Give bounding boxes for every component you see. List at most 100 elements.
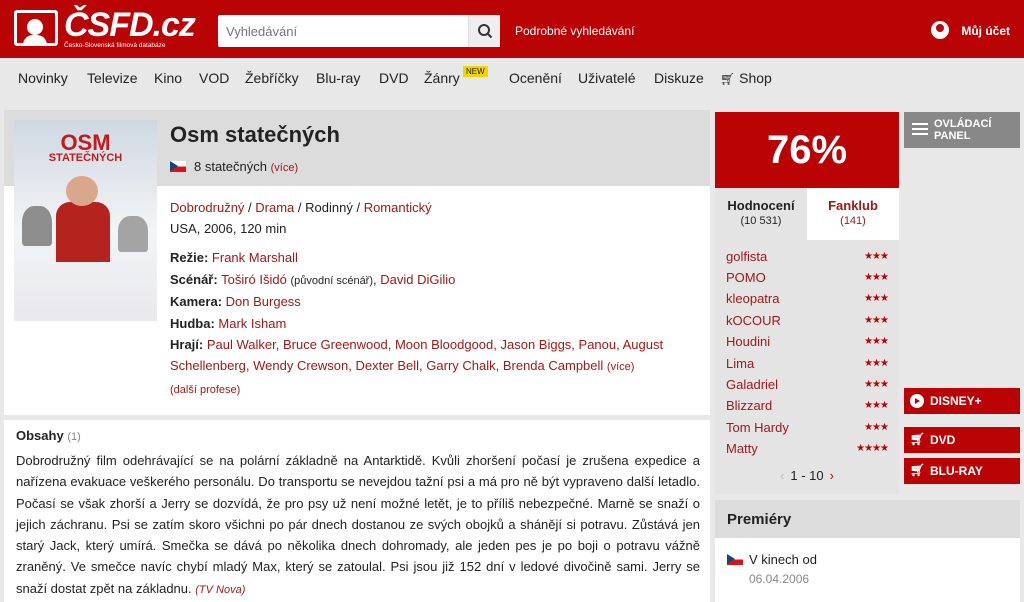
nav-novinky[interactable]: Novinky <box>18 70 68 86</box>
cast-row-2: Schellenberg, Wendy Crewson, Dexter Bell… <box>170 358 634 373</box>
rating-user[interactable]: Tom Hardy <box>726 420 789 435</box>
logo-text: ČSFD.cz <box>64 6 196 44</box>
cart-icon: 🛒︎ <box>910 463 926 477</box>
screenplay-row: Scénář: Toširó Išidó (původní scénář), D… <box>170 272 456 287</box>
rating-user[interactable]: Lima <box>726 356 754 371</box>
header: ČSFD.cz Česko-Slovenská filmová databáze… <box>0 0 1024 58</box>
more-profession-link[interactable]: (další profese) <box>170 384 240 396</box>
nav-televize[interactable]: Televize <box>87 70 138 86</box>
rating-user[interactable]: kleopatra <box>726 291 779 306</box>
rating-user[interactable]: Matty <box>726 441 758 456</box>
search-input[interactable] <box>218 15 468 47</box>
control-panel-button[interactable]: OVLÁDACÍ PANEL <box>904 112 1020 148</box>
rating-user[interactable]: Galadriel <box>726 377 778 392</box>
nav-diskuze[interactable]: Diskuze <box>654 70 704 86</box>
film-aka: 8 statečných (více) <box>194 159 298 174</box>
actor-image <box>56 202 110 262</box>
premieres-panel: Premiéry V kinech od 06.04.2006 <box>715 500 1020 602</box>
pager-range: 1 - 10 <box>790 468 824 483</box>
advanced-search-link[interactable]: Podrobné vyhledávání <box>515 24 634 38</box>
nav-shop-label: Shop <box>739 70 772 86</box>
genre-text: Rodinný <box>305 200 353 215</box>
plot-source[interactable]: (TV Nova) <box>195 584 245 596</box>
cast-label: Hrají: <box>170 337 204 352</box>
tab-fanclub[interactable]: Fanklub (141) <box>807 188 899 240</box>
nav-dvd[interactable]: DVD <box>379 70 409 86</box>
poster-title-2: STATEČNÝCH <box>48 152 123 164</box>
cart-icon: 🛒︎ <box>910 432 926 446</box>
chevron-right-icon[interactable]: › <box>830 468 834 483</box>
nav-kino[interactable]: Kino <box>154 70 182 86</box>
dog-image <box>118 216 148 252</box>
nav-vod[interactable]: VOD <box>199 70 229 86</box>
chevron-left-icon[interactable]: ‹ <box>780 468 784 483</box>
search-button[interactable] <box>468 15 500 47</box>
rating-stars: ★★★ <box>864 315 889 326</box>
czech-flag-icon <box>727 554 743 565</box>
film-poster[interactable]: OSM STATEČNÝCH <box>14 120 157 321</box>
rating-stars: ★★★ <box>864 336 889 347</box>
plot-heading: Obsahy (1) <box>16 428 81 443</box>
camera-link[interactable]: Don Burgess <box>226 294 301 309</box>
film-title: Osm statečných <box>170 122 340 147</box>
rating-user[interactable]: POMO <box>726 270 766 285</box>
nav-uzivatele[interactable]: Uživatelé <box>578 70 636 86</box>
rating-stars: ★★★ <box>864 422 889 433</box>
film-reel-icon <box>14 10 58 46</box>
tab-ratings[interactable]: Hodnocení (10 531) <box>715 188 807 240</box>
genres: Dobrodružný / Drama / Rodinný / Romantic… <box>170 200 432 215</box>
composer-link[interactable]: Mark Isham <box>218 316 286 331</box>
account-button[interactable]: Můj účet <box>931 21 1010 39</box>
genre-link[interactable]: Drama <box>255 200 294 215</box>
screenplay-note: (původní scénář) <box>290 275 374 287</box>
cast-links[interactable]: Paul Walker, Bruce Greenwood, Moon Blood… <box>207 337 663 352</box>
play-icon <box>910 394 924 408</box>
cast-links[interactable]: Schellenberg, Wendy Crewson, Dexter Bell… <box>170 358 603 373</box>
music-label: Hudba: <box>170 316 215 331</box>
nav-zanry[interactable]: Žánry <box>424 70 460 86</box>
rating-user[interactable]: golfista <box>726 249 767 264</box>
control-panel-label: OVLÁDACÍ PANEL <box>934 118 992 142</box>
csfd-logo[interactable]: ČSFD.cz Česko-Slovenská filmová databáze <box>14 6 196 52</box>
rating-user[interactable]: kOCOUR <box>726 313 781 328</box>
writer-link[interactable]: Toširó Išidó <box>221 272 287 287</box>
ratings-pager: ‹ 1 - 10 › <box>715 468 899 483</box>
writer-link[interactable]: David DiGilio <box>380 272 455 287</box>
rating-user[interactable]: Houdini <box>726 334 770 349</box>
new-badge: NEW <box>463 66 488 77</box>
nav-shop[interactable]: 🛒︎ Shop <box>720 70 772 86</box>
disney-plus-button[interactable]: DISNEY+ <box>904 388 1020 414</box>
plot-text: Dobrodružný film odehrávající se na polá… <box>16 453 700 596</box>
rating-percent: 76% <box>715 112 899 188</box>
aka-more-link[interactable]: (více) <box>271 162 299 174</box>
genre-link[interactable]: Dobrodružný <box>170 200 244 215</box>
nav-oceneni[interactable]: Ocenění <box>509 70 562 86</box>
rating-stars: ★★★ <box>864 358 889 369</box>
disney-plus-label: DISNEY+ <box>930 394 982 408</box>
dvd-button[interactable]: 🛒︎ DVD <box>904 427 1020 453</box>
nav-zebricky[interactable]: Žebříčky <box>245 70 299 86</box>
rating-stars: ★★★ <box>864 379 889 390</box>
rating-stars: ★★★ <box>864 293 889 304</box>
bluray-button[interactable]: 🛒︎ BLU-RAY <box>904 458 1020 484</box>
screenplay-label: Scénář: <box>170 272 218 287</box>
director-link[interactable]: Frank Marshall <box>212 250 298 265</box>
rating-tabs: Hodnocení (10 531) Fanklub (141) <box>715 188 899 240</box>
dvd-label: DVD <box>930 433 956 447</box>
cart-icon: 🛒︎ <box>720 72 736 86</box>
tab-ratings-label: Hodnocení <box>727 198 795 213</box>
main-nav: Novinky Televize Kino VOD Žebříčky Blu-r… <box>0 58 1024 98</box>
rating-stars: ★★★ <box>864 400 889 411</box>
poster-title: OSM <box>60 130 111 155</box>
origin: USA, 2006, 120 min <box>170 221 287 236</box>
czech-flag-icon <box>170 161 186 172</box>
premiere-date: 06.04.2006 <box>749 572 810 586</box>
nav-bluray[interactable]: Blu-ray <box>316 70 360 86</box>
actor-face <box>66 176 98 206</box>
search-box <box>218 15 500 47</box>
genre-link[interactable]: Romantický <box>364 200 432 215</box>
cast-more-link[interactable]: (více) <box>607 361 635 373</box>
camera-row: Kamera: Don Burgess <box>170 294 301 309</box>
premiere-label: V kinech od <box>749 552 817 567</box>
rating-user[interactable]: Blizzard <box>726 398 772 413</box>
